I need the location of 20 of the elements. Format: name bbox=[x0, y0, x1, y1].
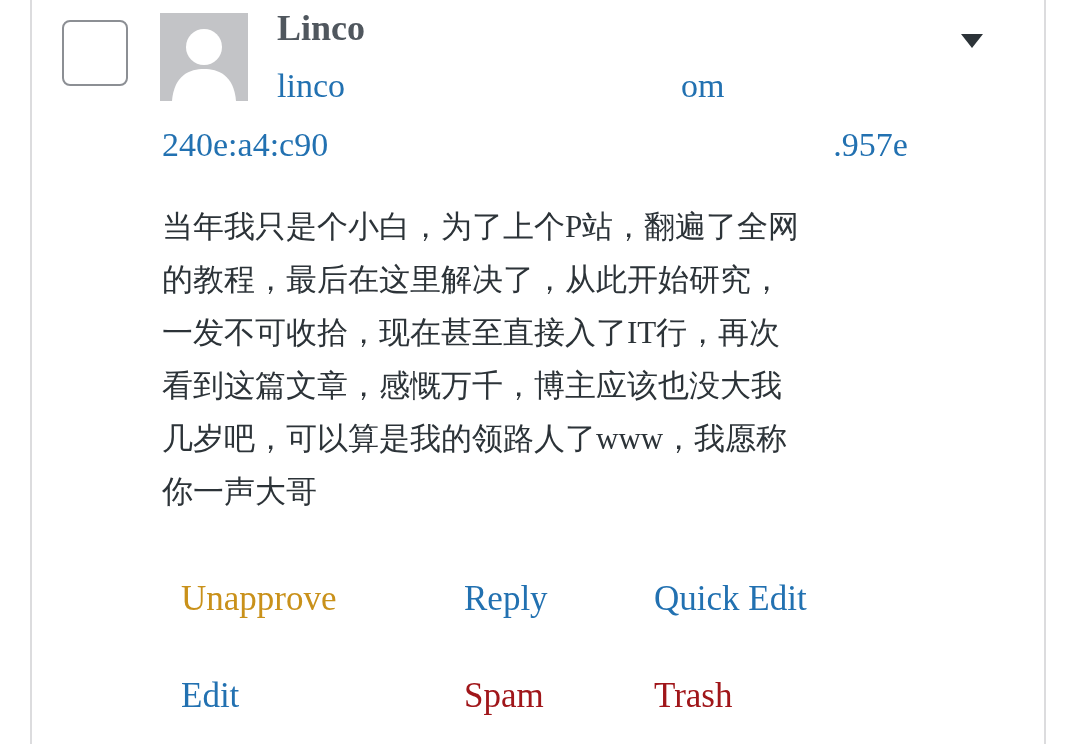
avatar-icon bbox=[160, 13, 248, 101]
comment-text-line: 当年我只是个小白，为了上个P站，翻遍了全网 bbox=[162, 208, 800, 246]
comment-text-line: 一发不可收拾，现在甚至直接入了IT行，再次 bbox=[162, 314, 781, 352]
comment-text-line: 看到这篇文章，感慨万千，博主应该也没大我 bbox=[162, 367, 782, 405]
comment-text-line: 几岁吧，可以算是我的领路人了www，我愿称 bbox=[162, 420, 788, 458]
action-link[interactable]: Trash bbox=[654, 675, 904, 717]
author-name: Linco bbox=[277, 10, 366, 46]
checkbox[interactable] bbox=[62, 20, 128, 86]
ip-address-link[interactable]: .957e bbox=[833, 119, 908, 170]
action-link[interactable]: Edit bbox=[181, 675, 464, 717]
ip-address-link[interactable]: 240e:a4:c90 bbox=[162, 119, 329, 170]
action-link[interactable]: Unapprove bbox=[181, 578, 464, 620]
action-link[interactable]: Reply bbox=[464, 578, 654, 620]
dropdown-caret-icon[interactable] bbox=[960, 32, 984, 49]
email-link[interactable]: linco bbox=[277, 60, 345, 111]
email-link[interactable]: om bbox=[681, 60, 725, 111]
action-link[interactable]: Quick Edit bbox=[654, 578, 904, 620]
comment-text-line: 的教程，最后在这里解决了，从此开始研究， bbox=[162, 261, 782, 299]
action-link[interactable]: Spam bbox=[464, 675, 654, 717]
comment-text-line: 你一声大哥 bbox=[162, 473, 317, 511]
